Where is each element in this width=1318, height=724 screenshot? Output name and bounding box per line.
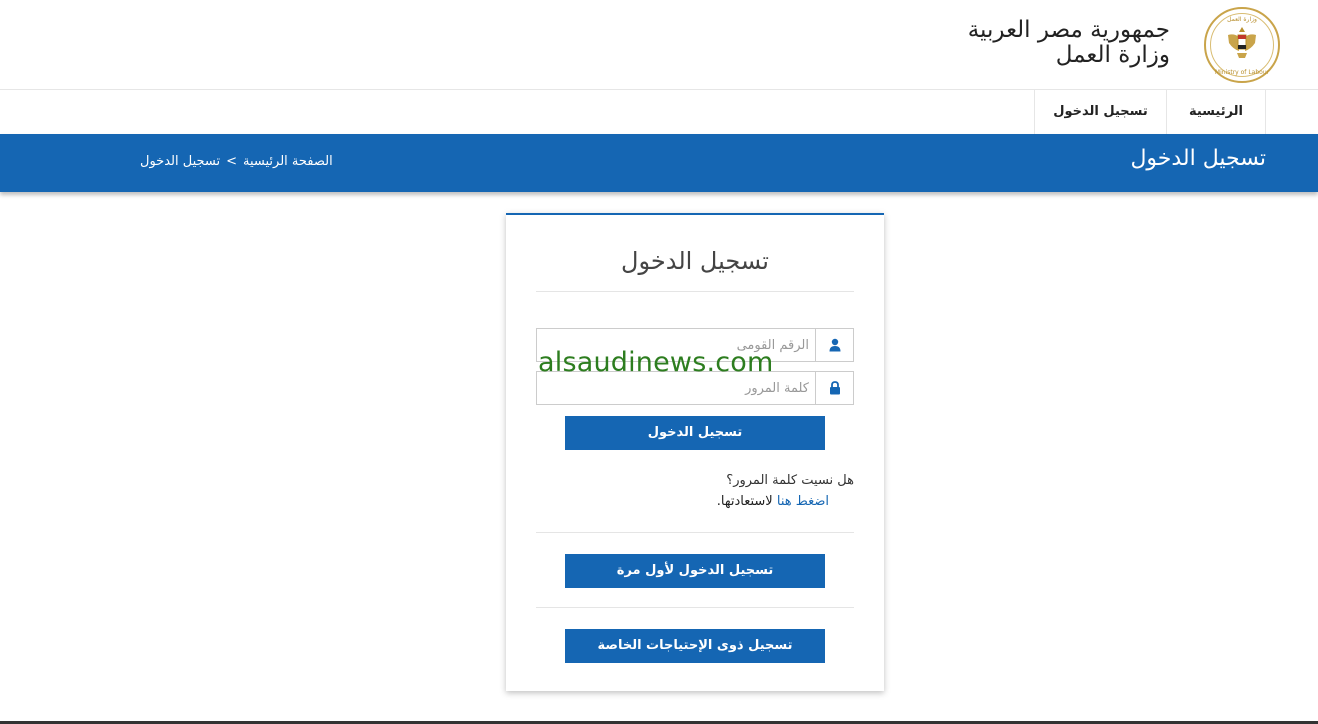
government-title: جمهورية مصر العربية وزارة العمل <box>968 18 1170 68</box>
breadcrumb-home-link[interactable]: الصفحة الرئيسية <box>243 154 333 169</box>
login-title: تسجيل الدخول <box>621 247 769 275</box>
divider <box>536 532 854 533</box>
lock-icon <box>815 372 853 404</box>
page-title: تسجيل الدخول <box>1130 146 1266 171</box>
logo-text-top: وزارة العمل <box>1227 16 1257 23</box>
nav-item-login[interactable]: تسجيل الدخول <box>1034 90 1166 134</box>
breadcrumb: الصفحة الرئيسية > تسجيل الدخول <box>140 154 333 169</box>
ministry-name: وزارة العمل <box>1055 42 1170 68</box>
forgot-password-suffix: لاستعادتها. <box>716 494 777 509</box>
forgot-password-question: هل نسيت كلمة المرور؟ <box>726 473 854 488</box>
logo-text-bottom: Ministry of Labour <box>1214 69 1270 76</box>
nav-item-home[interactable]: الرئيسية <box>1166 90 1266 134</box>
breadcrumb-current: تسجيل الدخول <box>140 154 221 169</box>
watermark-text: alsaudinews.com <box>538 347 774 378</box>
page-banner: تسجيل الدخول الصفحة الرئيسية > تسجيل الدخو… <box>0 134 1318 192</box>
login-card: تسجيل الدخول تسجيل الدخول هل نسيت كلمة ا… <box>506 213 884 691</box>
breadcrumb-separator: > <box>226 154 238 169</box>
login-button[interactable]: تسجيل الدخول <box>565 416 825 450</box>
ministry-logo[interactable]: وزارة العمل Ministry of Labour <box>1204 7 1280 83</box>
first-login-button[interactable]: تسجيل الدخول لأول مرة <box>565 554 825 588</box>
forgot-password-link[interactable]: اضغط هنا <box>777 494 829 509</box>
special-needs-register-button[interactable]: تسجيل ذوى الإحتياجات الخاصة <box>565 629 825 663</box>
eagle-emblem-icon <box>1228 27 1256 58</box>
main-nav: الرئيسية تسجيل الدخول <box>0 90 1318 134</box>
divider <box>536 607 854 608</box>
government-name: جمهورية مصر العربية <box>967 17 1170 43</box>
divider <box>536 291 854 292</box>
forgot-password-line: اضغط هنا لاستعادتها. <box>717 494 829 509</box>
site-header: وزارة العمل Ministry of Labour جمهورية م… <box>0 0 1318 90</box>
user-icon <box>815 329 853 361</box>
